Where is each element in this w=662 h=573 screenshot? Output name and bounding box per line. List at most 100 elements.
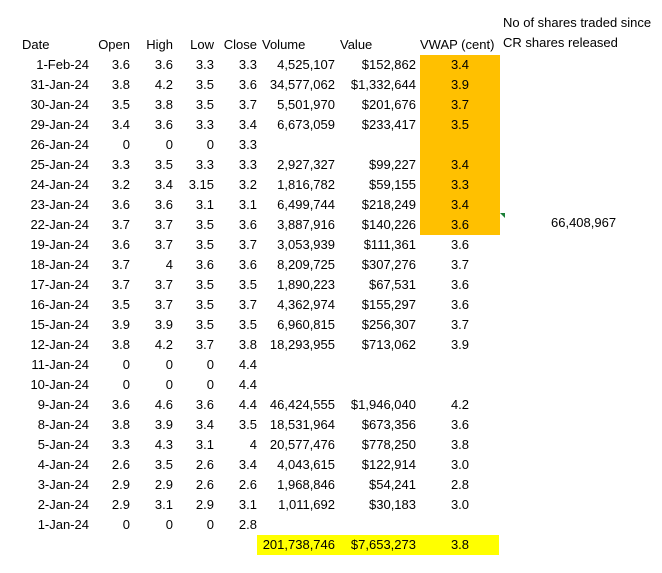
cell-vwap: 3.6 [450, 417, 470, 432]
cell-vwap [420, 135, 500, 155]
cell-low: 3.5 [195, 77, 214, 92]
cell-low: 3.3 [195, 57, 214, 72]
cell-high: 3.5 [154, 157, 173, 172]
cell-open: 3.5 [111, 97, 130, 112]
cell-close: 4.4 [238, 377, 257, 392]
cell-close: 3.6 [238, 217, 257, 232]
cell-volume [257, 375, 335, 395]
cell-close: 3.1 [238, 197, 257, 212]
cell-open: 2.9 [111, 477, 130, 492]
cell-high: 3.6 [154, 117, 173, 132]
cell-close: 3.6 [238, 77, 257, 92]
cell-date: 2-Jan-24 [37, 497, 89, 512]
cell-open: 3.5 [111, 297, 130, 312]
cell-value: $673,356 [361, 417, 416, 432]
cell-close: 3.5 [238, 417, 257, 432]
cell-date: 31-Jan-24 [30, 77, 89, 92]
cell-open: 3.2 [111, 177, 130, 192]
cell-close: 4.4 [238, 397, 257, 412]
cell-high: 3.6 [154, 57, 173, 72]
cell-close: 3.4 [238, 457, 257, 472]
total-volume: 201,738,746 [262, 537, 335, 552]
cell-value: $59,155 [369, 177, 416, 192]
cell-date: 29-Jan-24 [30, 117, 89, 132]
cell-vwap: 3.7 [450, 97, 470, 112]
cell-open: 3.9 [111, 317, 130, 332]
cell-close: 3.7 [238, 297, 257, 312]
cell-low: 3.5 [195, 317, 214, 332]
note-value: 66,408,967 [551, 215, 617, 230]
header-close: Close [223, 37, 257, 52]
cell-date: 25-Jan-24 [30, 157, 89, 172]
cell-close: 3.4 [238, 117, 257, 132]
cell-open: 0 [122, 357, 130, 372]
cell-open: 3.8 [111, 417, 130, 432]
cell-volume: 1,968,846 [277, 477, 335, 492]
cell-open: 3.3 [111, 437, 130, 452]
cell-low: 2.6 [195, 457, 214, 472]
cell-high: 4.2 [154, 337, 173, 352]
cell-volume: 34,577,062 [269, 77, 335, 92]
cell-vwap: 3.4 [450, 157, 470, 172]
cell-value: $218,249 [361, 197, 416, 212]
cell-low: 0 [206, 377, 214, 392]
cell-low: 0 [206, 517, 214, 532]
cell-open: 3.6 [111, 237, 130, 252]
cell-value [335, 515, 416, 535]
cell-close: 3.3 [238, 157, 257, 172]
comment-indicator-icon [500, 213, 505, 218]
cell-low: 3.1 [195, 437, 214, 452]
cell-vwap: 3.6 [450, 277, 470, 292]
cell-vwap: 3.6 [450, 297, 470, 312]
cell-high: 2.9 [154, 477, 173, 492]
cell-value: $99,227 [369, 157, 416, 172]
cell-open: 3.7 [111, 277, 130, 292]
cell-volume [257, 135, 335, 155]
cell-high: 0 [165, 137, 173, 152]
cell-vwap: 3.0 [450, 457, 470, 472]
cell-open: 3.8 [111, 77, 130, 92]
cell-date: 8-Jan-24 [37, 417, 89, 432]
cell-high: 4.6 [154, 397, 173, 412]
cell-vwap: 3.6 [450, 217, 470, 232]
cell-date: 19-Jan-24 [30, 237, 89, 252]
cell-low: 3.4 [195, 417, 214, 432]
cell-vwap: 3.6 [450, 237, 470, 252]
cell-volume: 1,890,223 [277, 277, 335, 292]
cell-open: 0 [122, 137, 130, 152]
cell-volume: 2,927,327 [277, 157, 335, 172]
cell-open: 2.9 [111, 497, 130, 512]
cell-vwap: 3.4 [450, 197, 470, 212]
note-line2: CR shares released [503, 35, 618, 50]
cell-close: 3.6 [238, 257, 257, 272]
cell-low: 3.5 [195, 297, 214, 312]
cell-date: 23-Jan-24 [30, 197, 89, 212]
cell-volume: 5,501,970 [277, 97, 335, 112]
cell-date: 10-Jan-24 [30, 377, 89, 392]
cell-low: 0 [206, 357, 214, 372]
cell-value: $30,183 [369, 497, 416, 512]
cell-date: 24-Jan-24 [30, 177, 89, 192]
cell-high: 3.9 [154, 417, 173, 432]
cell-open: 3.6 [111, 197, 130, 212]
cell-vwap [420, 515, 500, 535]
cell-high: 3.7 [154, 297, 173, 312]
cell-date: 9-Jan-24 [37, 397, 89, 412]
cell-value: $54,241 [369, 477, 416, 492]
header-volume: Volume [262, 37, 306, 52]
cell-close: 4 [249, 437, 257, 452]
header-value: Value [340, 37, 373, 52]
cell-low: 3.7 [195, 337, 214, 352]
cell-date: 3-Jan-24 [37, 477, 89, 492]
cell-low: 3.1 [195, 197, 214, 212]
cell-value: $1,946,040 [350, 397, 416, 412]
cell-close: 4.4 [238, 357, 257, 372]
cell-volume: 4,043,615 [277, 457, 335, 472]
cell-value [335, 355, 416, 375]
cell-close: 3.7 [238, 237, 257, 252]
cell-volume: 4,362,974 [277, 297, 335, 312]
cell-value: $67,531 [369, 277, 416, 292]
header-high: High [146, 37, 173, 52]
cell-high: 3.8 [154, 97, 173, 112]
cell-date: 17-Jan-24 [30, 277, 89, 292]
